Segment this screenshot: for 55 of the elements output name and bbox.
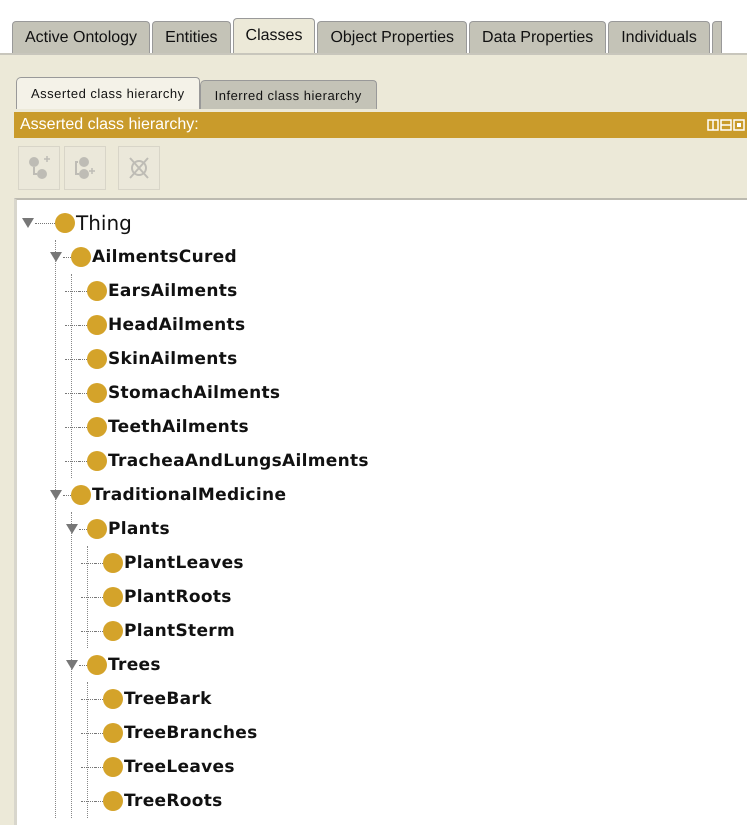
- class-label[interactable]: SkinAilments: [108, 349, 238, 369]
- delete-icon: [127, 155, 151, 181]
- class-label[interactable]: Thing: [76, 211, 132, 235]
- view-title: Asserted class hierarchy:: [20, 116, 199, 134]
- class-label[interactable]: HeadAilments: [108, 315, 246, 335]
- class-icon: [71, 485, 91, 505]
- add-sibling-icon: [73, 155, 97, 181]
- class-icon: [87, 383, 107, 403]
- tab[interactable]: Data Properties: [469, 21, 606, 53]
- class-icon: [103, 757, 123, 777]
- expand-toggle-icon[interactable]: [65, 659, 79, 671]
- class-icon: [87, 519, 107, 539]
- tab[interactable]: Individuals: [608, 21, 710, 53]
- view-controls-icon[interactable]: [707, 119, 747, 131]
- class-icon: [87, 349, 107, 369]
- class-icon: [103, 621, 123, 641]
- tab[interactable]: Active Ontology: [12, 21, 150, 53]
- expand-toggle-icon[interactable]: [49, 251, 63, 263]
- class-label[interactable]: TracheaAndLungsAilments: [108, 451, 369, 471]
- class-label[interactable]: TreeRoots: [124, 791, 223, 811]
- class-icon: [87, 451, 107, 471]
- class-icon: [87, 315, 107, 335]
- class-label[interactable]: TreeLeaves: [124, 757, 235, 777]
- class-icon: [87, 281, 107, 301]
- class-label[interactable]: TraditionalMedicine: [92, 485, 286, 505]
- expand-toggle-icon[interactable]: [49, 489, 63, 501]
- class-icon: [55, 213, 75, 233]
- class-label[interactable]: PlantLeaves: [124, 553, 244, 573]
- class-label[interactable]: PlantSterm: [124, 621, 235, 641]
- class-label[interactable]: StomachAilments: [108, 383, 280, 403]
- class-label[interactable]: TreeBranches: [124, 723, 258, 743]
- class-icon: [103, 587, 123, 607]
- class-label[interactable]: PlantRoots: [124, 587, 232, 607]
- tab[interactable]: Entities: [152, 21, 231, 53]
- class-label[interactable]: AilmentsCured: [92, 247, 237, 267]
- class-icon: [87, 655, 107, 675]
- expand-toggle-icon[interactable]: [21, 217, 35, 229]
- tab[interactable]: Object Properties: [317, 21, 468, 53]
- class-label[interactable]: TeethAilments: [108, 417, 249, 437]
- class-label[interactable]: Plants: [108, 519, 170, 539]
- class-icon: [71, 247, 91, 267]
- class-icon: [103, 723, 123, 743]
- tab[interactable]: Inferred class hierarchy: [200, 80, 377, 109]
- tab[interactable]: Asserted class hierarchy: [16, 77, 200, 109]
- tab[interactable]: Classes: [232, 18, 316, 53]
- class-icon: [103, 689, 123, 709]
- class-label[interactable]: EarsAilments: [108, 281, 238, 301]
- expand-toggle-icon[interactable]: [65, 523, 79, 535]
- class-icon: [87, 417, 107, 437]
- tab[interactable]: [712, 21, 722, 53]
- class-label[interactable]: Trees: [108, 655, 161, 675]
- class-label[interactable]: TreeBark: [124, 689, 212, 709]
- class-icon: [103, 553, 123, 573]
- class-icon: [103, 791, 123, 811]
- add-subclass-icon: [27, 155, 51, 181]
